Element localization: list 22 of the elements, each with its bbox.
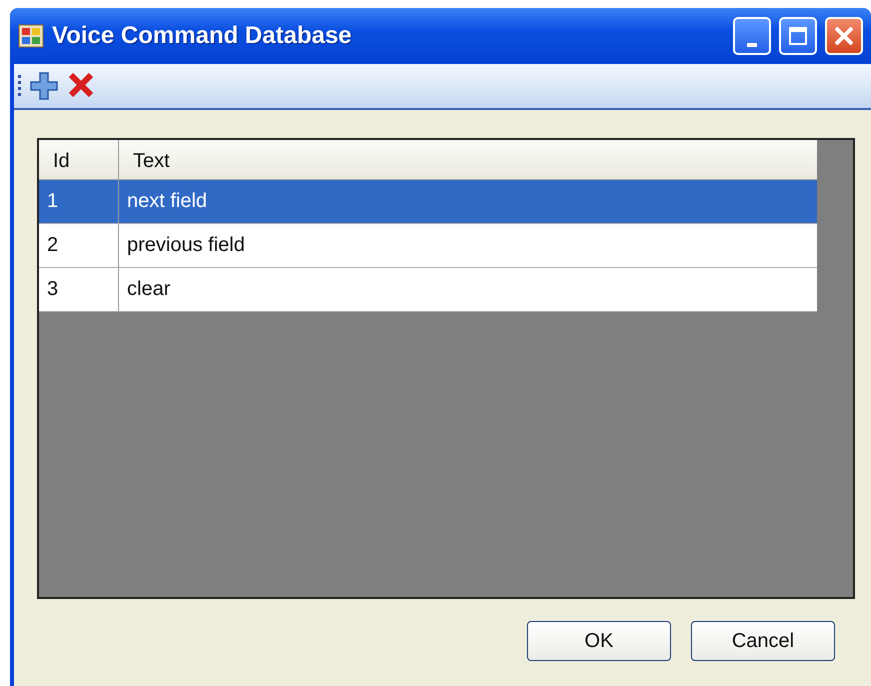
close-icon xyxy=(833,25,855,47)
app-icon xyxy=(18,24,44,48)
toolbar-grip[interactable] xyxy=(18,75,21,97)
close-button[interactable] xyxy=(825,17,863,55)
plus-icon xyxy=(29,71,59,101)
table-cell: 2 xyxy=(39,224,119,268)
table-row[interactable]: 2 previous field xyxy=(39,224,817,268)
table-cell: clear xyxy=(119,268,817,312)
window-title: Voice Command Database xyxy=(52,21,353,51)
ok-button[interactable]: OK xyxy=(527,621,671,661)
maximize-button[interactable] xyxy=(779,17,817,55)
minimize-icon xyxy=(747,43,757,47)
table-cell: previous field xyxy=(119,224,817,268)
cancel-button[interactable]: Cancel xyxy=(691,621,835,661)
delete-icon xyxy=(67,71,95,99)
table-cell: next field xyxy=(119,180,817,224)
maximize-icon xyxy=(788,26,808,46)
table-cell: 3 xyxy=(39,268,119,312)
table-row[interactable]: 3 clear xyxy=(39,268,817,312)
minimize-button[interactable] xyxy=(733,17,771,55)
table-cell: 1 xyxy=(39,180,119,224)
table-row[interactable]: 1 next field xyxy=(39,180,817,224)
